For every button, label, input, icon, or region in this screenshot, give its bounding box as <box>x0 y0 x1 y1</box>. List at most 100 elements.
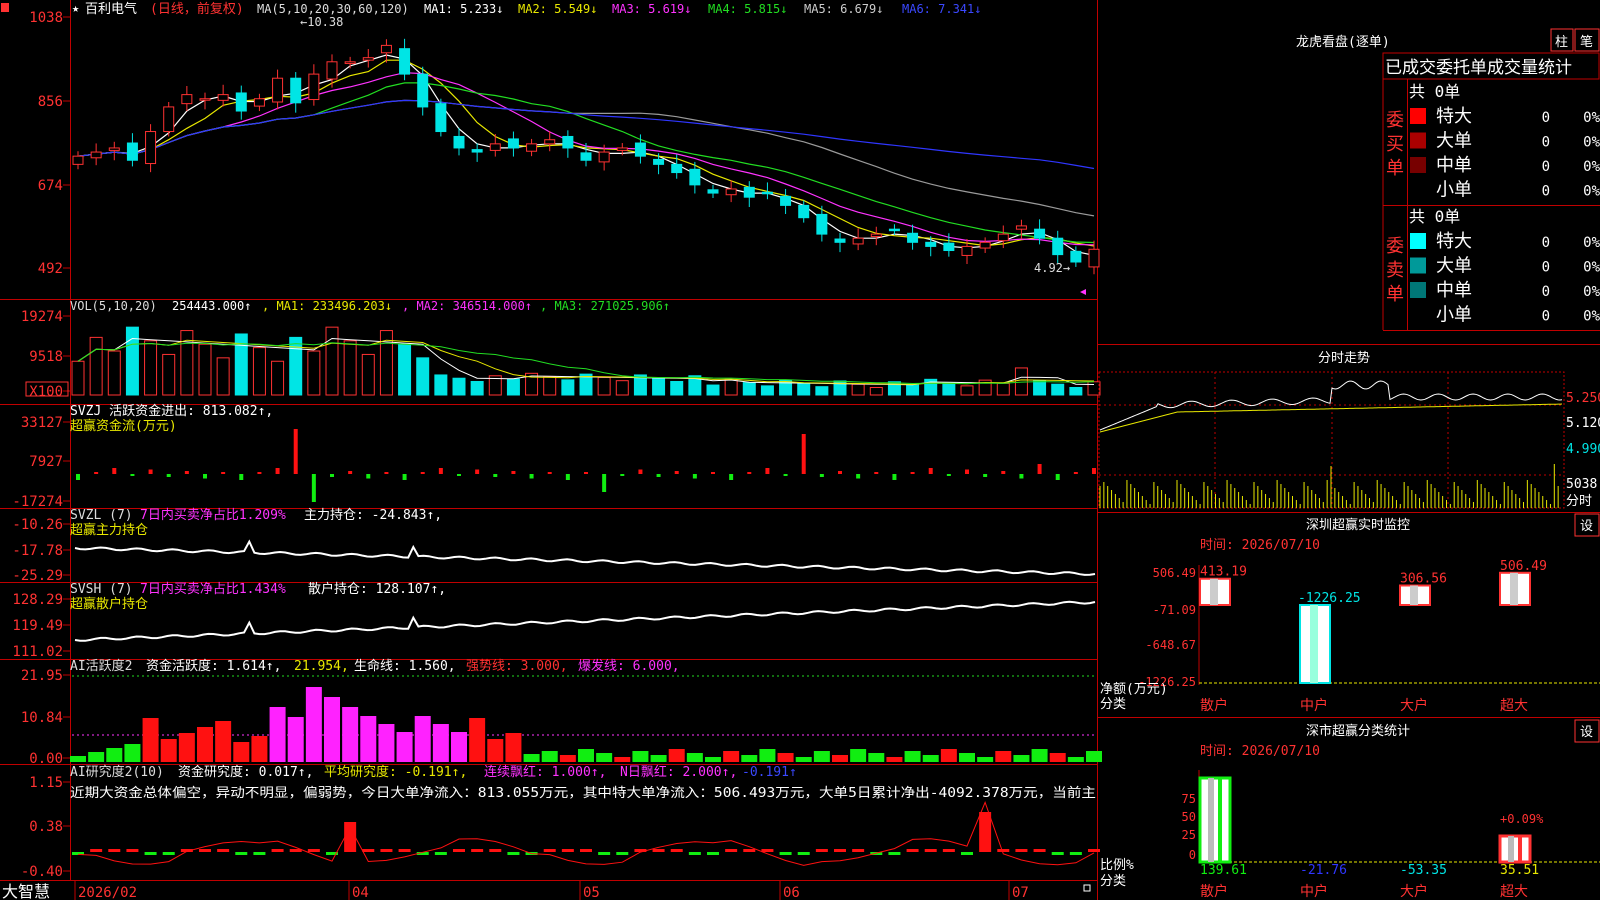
svzl-holding-line <box>74 539 1096 576</box>
monitor2-bar-stripe <box>1218 778 1222 862</box>
research-bar <box>217 849 230 852</box>
activity-bar <box>813 751 830 762</box>
fund-flow-bar <box>94 472 99 474</box>
fund-flow-bar <box>293 429 298 474</box>
y-tick-label: 119.49 <box>12 618 63 634</box>
volume-bar <box>107 350 121 396</box>
research-bar <box>652 849 665 852</box>
y-tick-label: 21.95 <box>21 668 63 684</box>
monitor2-y-tick: 0 <box>1189 848 1196 862</box>
volume-bar <box>470 381 484 396</box>
stock-name: 百利电气 <box>85 1 137 17</box>
research-bar <box>743 849 756 852</box>
order-size-percent: 0% <box>1583 260 1600 276</box>
monitor2-bar-stripe <box>1518 836 1522 862</box>
svzl-panel: SVZL (7) 7日内买卖净占比1.209% 主力持仓: -24.843↑, … <box>12 507 1096 584</box>
research-line <box>77 801 1095 866</box>
volume-bar <box>996 382 1010 396</box>
monitor1-bar-highlight <box>1510 572 1518 605</box>
favorite-star-icon[interactable]: ★ <box>72 1 79 15</box>
fund-flow-bar <box>765 468 770 474</box>
order-size-percent: 0% <box>1583 135 1600 151</box>
activity-bar <box>269 707 286 762</box>
vertical-label-char: 买 <box>1386 134 1404 155</box>
research-bar <box>253 852 266 855</box>
monitor1-y-axis: 506.49-71.09-648.67-1226.25 <box>1138 566 1196 689</box>
candle-body <box>308 73 320 101</box>
research-bar <box>834 849 846 852</box>
x-axis-label: 05 <box>583 885 600 900</box>
fund-flow-bar <box>983 474 988 477</box>
fund-flow-bar <box>892 474 897 480</box>
sell-rows: 特大 0 0% 大单 0 0% 中单 0 0% 小单 0 0% <box>1410 231 1600 326</box>
volume-bar <box>760 385 774 396</box>
research-bar <box>725 849 738 852</box>
order-size-name: 小单 <box>1436 305 1472 326</box>
lock-icon[interactable] <box>1083 884 1091 892</box>
fund-flow-bar <box>856 474 861 479</box>
volume-bar <box>670 381 684 396</box>
dragon-tabs[interactable]: 已成交委托单成交量统计 <box>1385 58 1572 78</box>
ai1-burst-line: 爆发线: 6.000, <box>578 658 680 674</box>
fund-flow-bar <box>76 474 80 480</box>
svsh-panel: SVSH (7) 7日内买卖净占比1.434% 散户持仓: 128.107↑, … <box>12 581 1096 660</box>
activity-bar <box>160 739 177 762</box>
research-bar <box>1088 849 1100 852</box>
ai1-value: 21.954, <box>294 659 349 674</box>
activity-bar <box>414 716 431 762</box>
research-bar <box>108 849 121 852</box>
vertical-label-char: 单 <box>1386 284 1404 305</box>
scroll-left-marker-icon[interactable] <box>1080 289 1086 295</box>
monitor2-y-axis: 75 50 25 0 <box>1182 792 1196 862</box>
activity-bar <box>922 755 939 762</box>
activity-bar <box>523 754 540 762</box>
research-bar <box>670 849 683 852</box>
research-bar <box>797 852 810 855</box>
dragon-tiger-panel: 龙虎看盘(逐单) 柱 笔 已成交委托单成交量统计 共 0单 共 0单 委买单 委… <box>1296 28 1600 331</box>
monitor2-ylabel: 比例% <box>1100 858 1134 873</box>
volume-panel: VOL(5,10,20) 254443.000↑ , MA1: 233496.2… <box>21 299 1101 400</box>
period-label[interactable]: (日线，前复权) <box>150 1 244 17</box>
sell-orders-label: 委卖单 <box>1386 236 1404 305</box>
candle-body <box>943 242 955 252</box>
monitor2-category: 散户 <box>1200 883 1228 900</box>
activity-bar <box>342 707 359 762</box>
fund-flow-bar <box>1055 474 1060 480</box>
fund-flow-bar <box>747 472 752 474</box>
intraday-panel: 分时走势 5.250 5.120 4.990 5038 分时 <box>1098 350 1600 509</box>
candle-body <box>290 77 302 104</box>
price-y-axis: 1038 856 674 492 <box>29 10 70 277</box>
research-bar <box>271 849 284 852</box>
ma-legend-item: MA5: 6.679↓ <box>804 2 883 16</box>
candle-body <box>870 233 882 238</box>
ai2-extra: -0.191↑ <box>742 765 797 780</box>
fund-flow-bar <box>584 472 588 474</box>
monitor2-category: 大户 <box>1400 883 1428 900</box>
fund-flow-bar <box>475 469 480 474</box>
ma-legend-item: MA2: 5.549↓ <box>518 2 597 16</box>
svzj-panel: SVZJ 活跃资金进出: 813.082↑, 超赢资金流(万元) 33127 79… <box>12 403 1096 510</box>
monitor2-bar <box>1198 776 1232 864</box>
ai2-name: AI研究度2(10) <box>70 764 164 780</box>
monitor2-bar <box>1498 834 1532 864</box>
candle-body <box>453 135 465 149</box>
candle-body <box>217 94 229 101</box>
activity-bar <box>1049 753 1066 762</box>
menu-square-icon[interactable] <box>1 3 9 12</box>
order-size-swatch <box>1410 132 1426 149</box>
volume-bar <box>797 382 811 396</box>
activity-bar <box>106 748 123 762</box>
activity-bar <box>868 753 885 762</box>
svsh-subtitle: 超赢散户持仓 <box>70 596 148 612</box>
monitor2-value: -21.76 <box>1300 863 1347 878</box>
ma-legend-item: MA1: 5.233↓ <box>424 2 503 16</box>
candle-body <box>562 135 574 149</box>
order-size-count: 0 <box>1542 135 1550 151</box>
fund-flow-bar <box>819 474 824 477</box>
activity-bar <box>759 749 776 762</box>
research-bar <box>779 852 792 855</box>
activity-bar <box>251 736 268 762</box>
research-bar <box>997 849 1010 852</box>
activity-bar <box>541 751 558 762</box>
fund-flow-bar <box>874 472 879 474</box>
